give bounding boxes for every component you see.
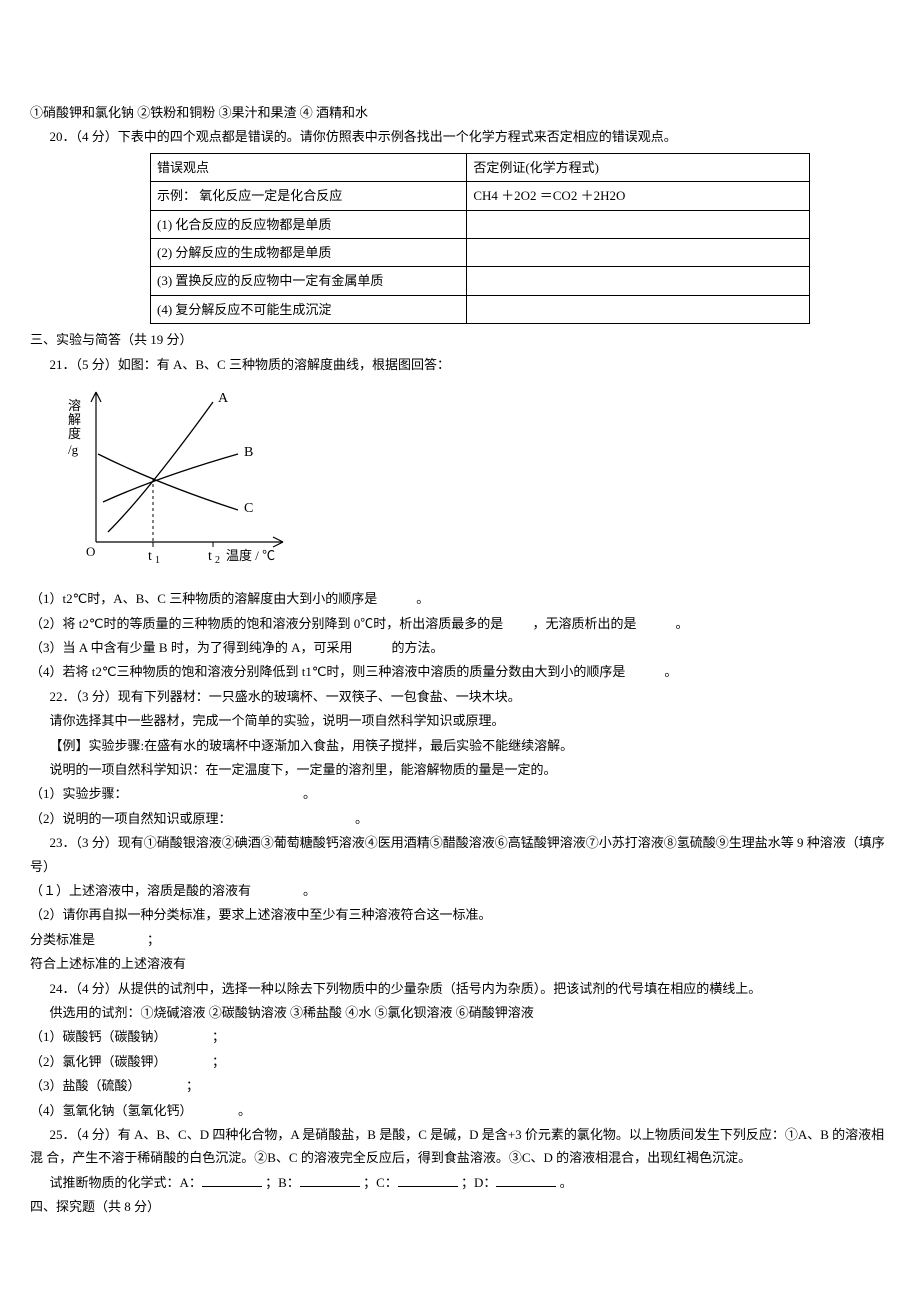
- q21-sub3: （3）当 A 中含有少量 B 时，为了得到纯净的 A，可采用 的方法。: [30, 636, 890, 659]
- q20-stem: 20．（4 分）下表中的四个观点都是错误的。请你仿照表中示例各找出一个化学方程式…: [30, 125, 890, 148]
- q21-sub2: （2）将 t2℃时的等质量的三种物质的饱和溶液分别降到 0℃时，析出溶质最多的是…: [30, 612, 890, 635]
- table-row: (3) 置换反应的反应物中一定有金属单质: [151, 267, 810, 295]
- svg-text:温度 / ℃: 温度 / ℃: [226, 548, 275, 563]
- q23-sub1: （１）上述溶液中，溶质是酸的溶液有 。: [30, 879, 890, 902]
- table-row: (4) 复分解反应不可能生成沉淀: [151, 295, 810, 323]
- row-cell: (2) 分解反应的生成物都是单质: [151, 238, 467, 266]
- empty-cell: [467, 295, 810, 323]
- svg-text:/g: /g: [68, 442, 79, 457]
- q25-d: ；D：: [461, 1175, 496, 1190]
- q24-sub3: （3）盐酸（硫酸） ；: [30, 1074, 890, 1097]
- svg-text:2: 2: [215, 555, 220, 566]
- empty-cell: [467, 267, 810, 295]
- svg-text:溶: 溶: [68, 398, 81, 413]
- section4-heading: 四、探究题（共 8 分）: [30, 1195, 890, 1218]
- svg-text:A: A: [218, 391, 229, 406]
- solubility-chart: 溶 解 度 /g O t1 t2 温度 / ℃ A B C: [58, 382, 890, 579]
- q24-sub4: （4）氢氧化钠（氢氧化钙） 。: [30, 1099, 890, 1122]
- q21-sub1: （1）t2℃时，A、B、C 三种物质的溶解度由大到小的顺序是 。: [30, 587, 890, 610]
- svg-text:1: 1: [155, 555, 160, 566]
- svg-text:B: B: [244, 445, 253, 460]
- table-row: (1) 化合反应的反应物都是单质: [151, 210, 810, 238]
- q24-stem: 24．（4 分）从提供的试剂中，选择一种以除去下列物质中的少量杂质（括号内为杂质…: [30, 977, 890, 1000]
- table-row: 示例： 氧化反应一定是化合反应 CH4 ＋2O2 ＝CO2 ＋2H2O: [151, 182, 810, 210]
- q23-sub2: （2）请你再自拟一种分类标准，要求上述溶液中至少有三种溶液符合这一标准。: [30, 903, 890, 926]
- row-cell: (1) 化合反应的反应物都是单质: [151, 210, 467, 238]
- q25-answer-line: 试推断物质的化学式：A： ；B： ；C： ；D： 。: [30, 1171, 890, 1194]
- q22-stem: 22．（3 分）现有下列器材：一只盛水的玻璃杯、一双筷子、一包食盐、一块木块。: [30, 685, 890, 708]
- example-cell: 示例： 氧化反应一定是化合反应: [151, 182, 467, 210]
- q20-table: 错误观点 否定例证(化学方程式) 示例： 氧化反应一定是化合反应 CH4 ＋2O…: [150, 153, 810, 324]
- row-cell: (3) 置换反应的反应物中一定有金属单质: [151, 267, 467, 295]
- q22-sub2: （2）说明的一项自然知识或原理： 。: [30, 807, 890, 830]
- header-cell: 错误观点: [151, 153, 467, 181]
- example-cell: CH4 ＋2O2 ＝CO2 ＋2H2O: [467, 182, 810, 210]
- svg-text:t: t: [208, 549, 212, 564]
- svg-text:解: 解: [68, 412, 81, 427]
- q23-l3: 分类标准是 ；: [30, 928, 890, 951]
- blank-D: [496, 1174, 556, 1187]
- svg-text:O: O: [86, 544, 95, 559]
- row-cell: (4) 复分解反应不可能生成沉淀: [151, 295, 467, 323]
- q22-l3: 【例】实验步骤:在盛有水的玻璃杯中逐渐加入食盐，用筷子搅拌，最后实验不能继续溶解…: [30, 734, 890, 757]
- q22-l4: 说明的一项自然科学知识：在一定温度下，一定量的溶剂里，能溶解物质的量是一定的。: [30, 758, 890, 781]
- chart-svg: 溶 解 度 /g O t1 t2 温度 / ℃ A B C: [58, 382, 298, 572]
- q22-l2: 请你选择其中一些器材，完成一个简单的实验，说明一项自然科学知识或原理。: [30, 709, 890, 732]
- q25-b: ；B：: [265, 1175, 300, 1190]
- q24-l2: 供选用的试剂：①烧碱溶液 ②碳酸钠溶液 ③稀盐酸 ④水 ⑤氯化钡溶液 ⑥硝酸钾溶…: [30, 1001, 890, 1024]
- svg-text:C: C: [244, 501, 253, 516]
- q22-sub1: （1）实验步骤： 。: [30, 782, 890, 805]
- header-cell: 否定例证(化学方程式): [467, 153, 810, 181]
- blank-B: [300, 1174, 360, 1187]
- q23-l4: 符合上述标准的上述溶液有: [30, 952, 890, 975]
- q23-stem: 23．（3 分）现有①硝酸银溶液②碘酒③葡萄糖酸钙溶液④医用酒精⑤醋酸溶液⑥高锰…: [30, 831, 890, 878]
- q21-sub4: （4）若将 t2℃三种物质的饱和溶液分别降低到 t1℃时，则三种溶液中溶质的质量…: [30, 660, 890, 683]
- q25-end: 。: [560, 1175, 573, 1190]
- q24-sub1: （1）碳酸钙（碳酸钠） ；: [30, 1025, 890, 1048]
- q19-continued: ①硝酸钾和氯化钠 ②铁粉和铜粉 ③果汁和果渣 ④ 酒精和水: [30, 101, 890, 124]
- table-row: (2) 分解反应的生成物都是单质: [151, 238, 810, 266]
- q25-stem: 25．（4 分）有 A、B、C、D 四种化合物，A 是硝酸盐，B 是酸，C 是碱…: [30, 1123, 890, 1170]
- q25-prefix: 试推断物质的化学式：A：: [50, 1175, 202, 1190]
- empty-cell: [467, 238, 810, 266]
- q24-sub2: （2）氯化钾（碳酸钾） ；: [30, 1050, 890, 1073]
- svg-text:度: 度: [68, 426, 81, 441]
- q21-stem: 21．（5 分）如图：有 A、B、C 三种物质的溶解度曲线，根据图回答：: [30, 353, 890, 376]
- q25-c: ；C：: [363, 1175, 398, 1190]
- section3-heading: 三、实验与简答（共 19 分）: [30, 328, 890, 351]
- blank-A: [202, 1174, 262, 1187]
- table-row: 错误观点 否定例证(化学方程式): [151, 153, 810, 181]
- empty-cell: [467, 210, 810, 238]
- blank-C: [398, 1174, 458, 1187]
- svg-text:t: t: [148, 549, 152, 564]
